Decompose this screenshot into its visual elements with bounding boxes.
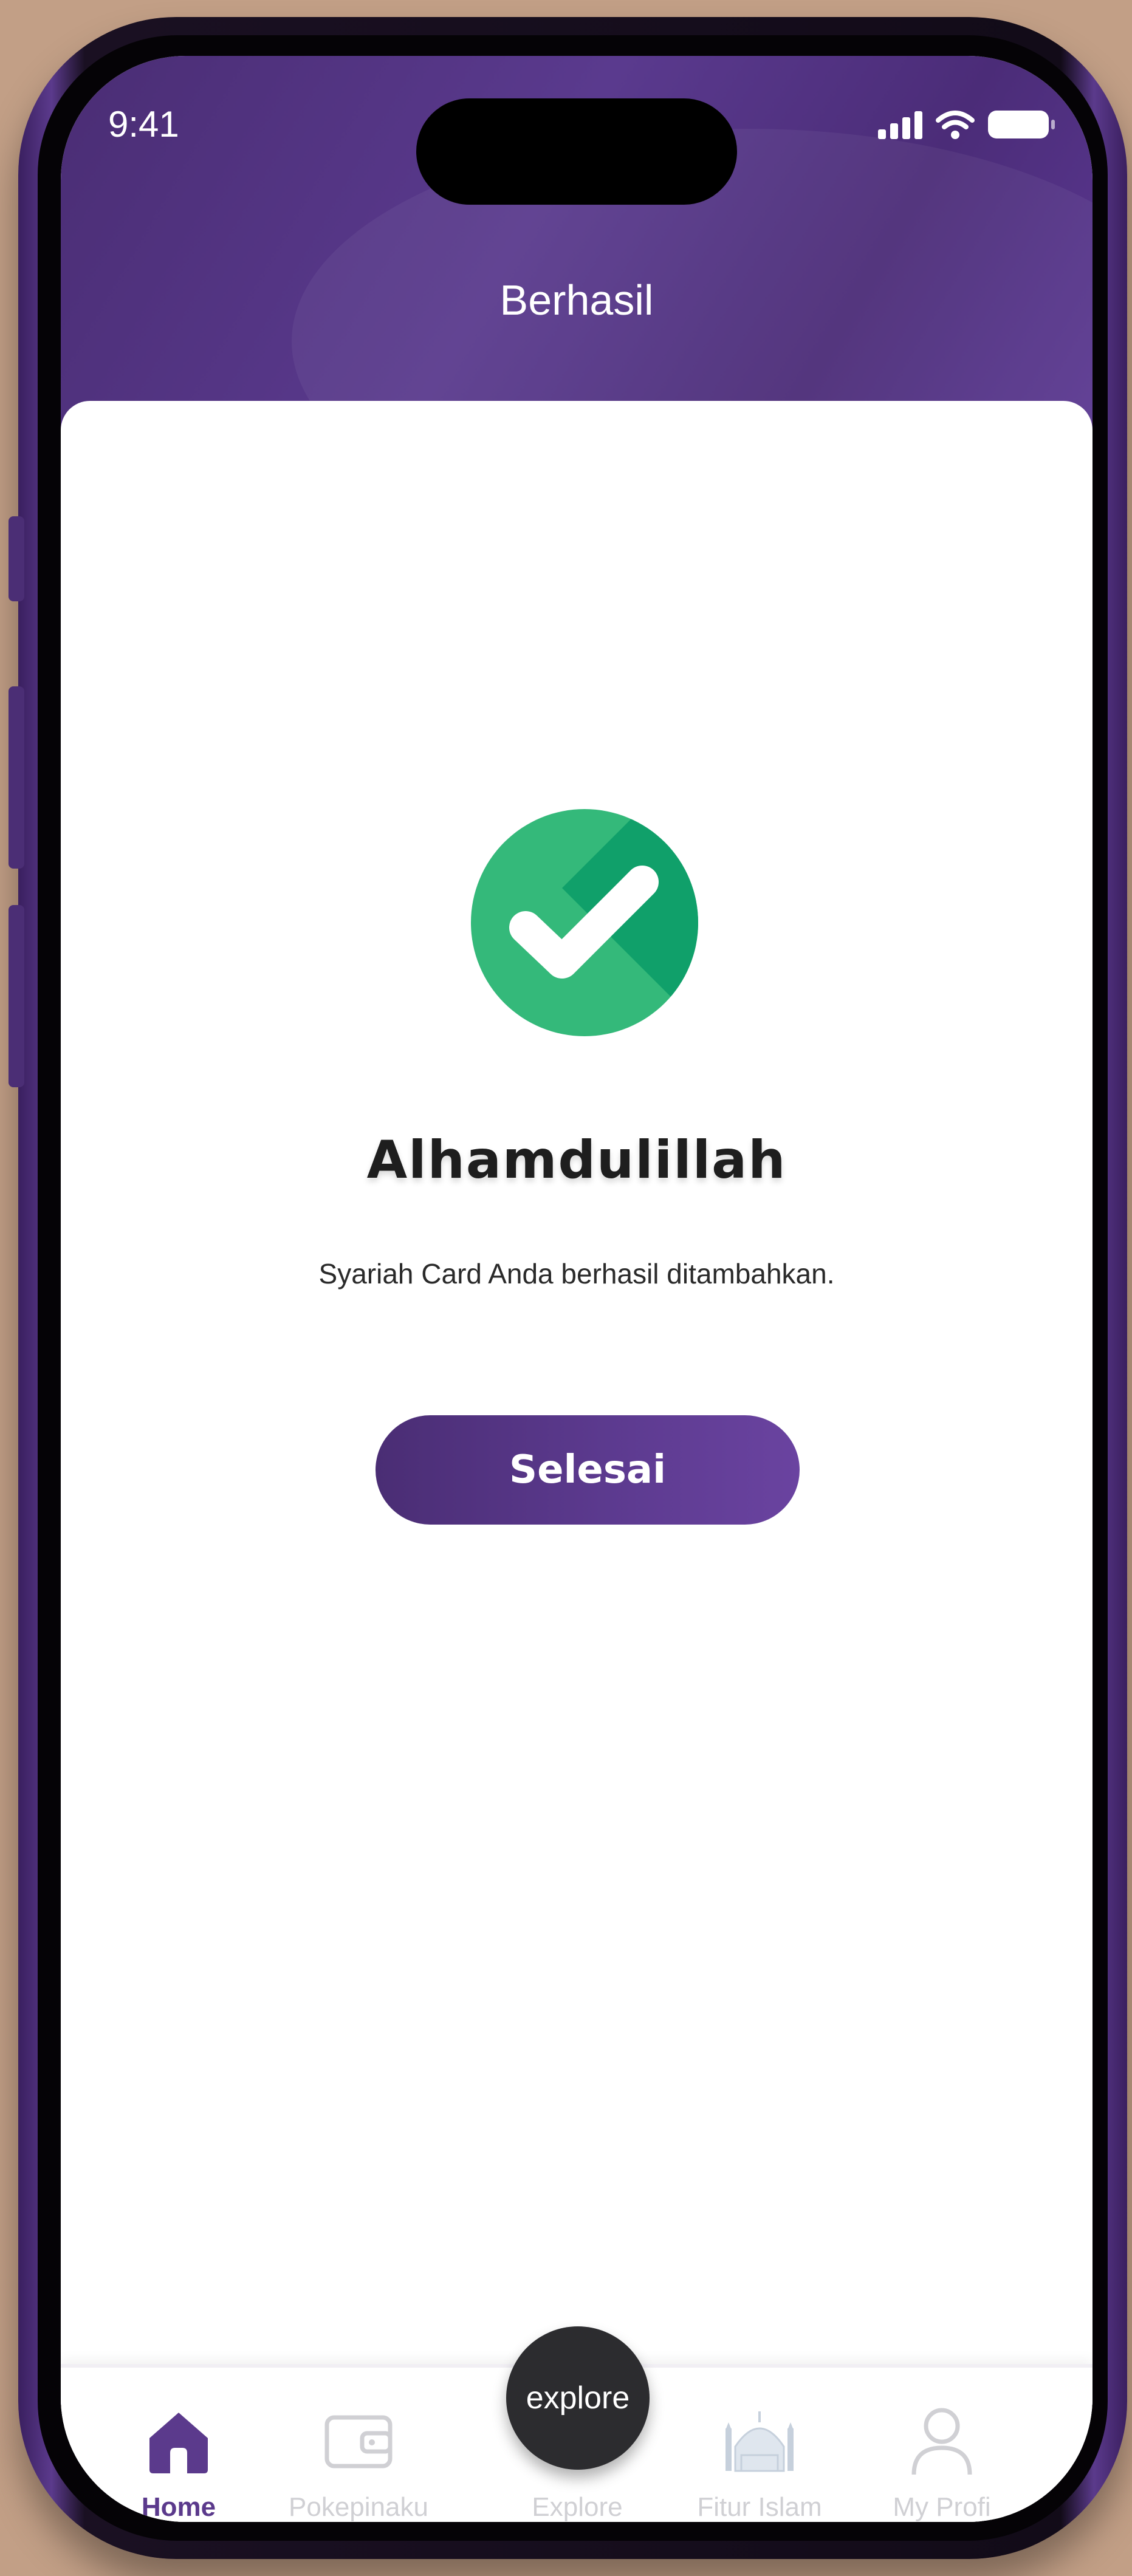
done-button[interactable]: Selesai <box>376 1415 800 1525</box>
cellular-signal-icon <box>878 110 922 139</box>
nav-label-explore: Explore <box>532 2492 623 2522</box>
checkmark-icon <box>509 866 659 979</box>
page-title: Berhasil <box>499 276 654 324</box>
wifi-icon <box>936 111 975 139</box>
nav-item-home[interactable]: Home <box>87 2368 270 2522</box>
nav-label-pokepinaku: Pokepinaku <box>289 2492 428 2522</box>
profile-icon <box>911 2408 972 2475</box>
battery-icon <box>988 111 1055 138</box>
nav-label-fitur-islam: Fitur Islam <box>697 2492 822 2522</box>
nav-item-fitur-islam[interactable]: Fitur Islam <box>668 2368 851 2522</box>
success-title: Alhamdulillah <box>366 1130 787 1191</box>
success-message: Syariah Card Anda berhasil ditambahkan. <box>318 1258 835 1290</box>
wallet-icon <box>324 2415 393 2468</box>
volume-down-button <box>9 686 24 869</box>
nav-label-profile: My Profi <box>893 2492 991 2522</box>
status-time: 9:41 <box>108 104 179 145</box>
success-check-icon <box>471 809 698 1036</box>
mosque-icon <box>726 2411 794 2472</box>
explore-button[interactable]: explore <box>506 2326 650 2470</box>
phone-screen: 9:41 Berhasil Alhamdulillah Syariah Card… <box>61 56 1093 2522</box>
home-icon <box>149 2413 208 2473</box>
nav-item-pokepinaku[interactable]: Pokepinaku <box>267 2368 450 2522</box>
dynamic-island <box>416 98 737 205</box>
header: 9:41 Berhasil <box>61 56 1093 554</box>
status-icons <box>878 109 1055 140</box>
nav-item-profile[interactable]: My Profi <box>851 2368 1033 2522</box>
side-button <box>9 905 24 1087</box>
nav-label-home: Home <box>141 2492 216 2522</box>
volume-up-button <box>9 516 24 601</box>
